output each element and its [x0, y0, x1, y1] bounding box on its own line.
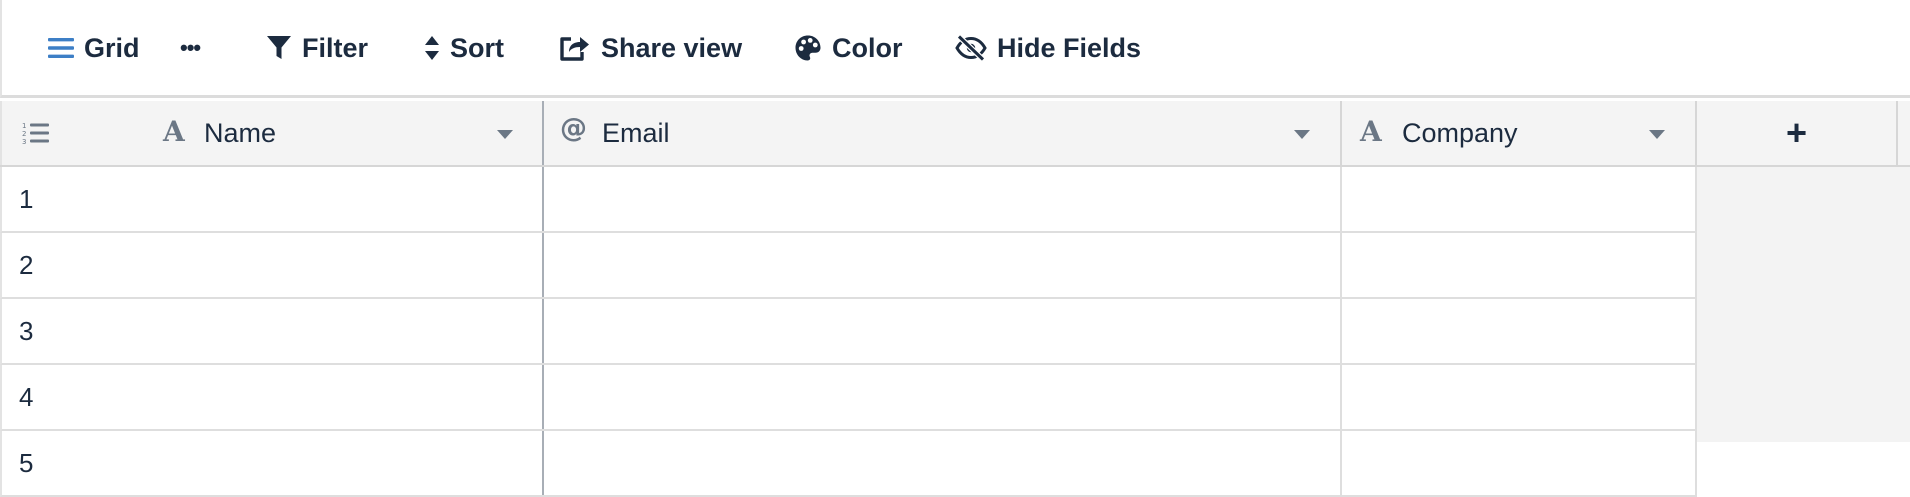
hide-fields-label: Hide Fields: [997, 32, 1142, 63]
chevron-down-icon[interactable]: [497, 130, 513, 139]
column-label-name: Name: [204, 118, 277, 148]
cell-email[interactable]: [544, 365, 1342, 429]
sort-icon: [425, 36, 439, 60]
chevron-down-icon[interactable]: [1294, 130, 1310, 139]
cell-company[interactable]: [1342, 299, 1697, 363]
table-row[interactable]: 3: [0, 299, 1697, 365]
row-number: 5: [19, 448, 34, 478]
cell-name[interactable]: 2: [2, 233, 544, 297]
column-label-email: Email: [602, 118, 670, 148]
grid-body: 1 2 3 4 5: [0, 167, 1910, 497]
grid-menu-icon: [48, 38, 74, 58]
grid-header-row: 1 2 3 A Name @ Email A Company +: [0, 101, 1910, 167]
row-number-list-icon: 1 2 3: [22, 122, 49, 145]
palette-icon: [795, 35, 821, 61]
row-number: 3: [19, 316, 34, 346]
plus-icon: +: [1785, 112, 1808, 153]
table-row[interactable]: 4: [0, 365, 1697, 431]
text-field-type-icon: A: [163, 115, 185, 148]
cell-company[interactable]: [1342, 167, 1697, 231]
cell-email[interactable]: [544, 233, 1342, 297]
row-number: 4: [19, 382, 34, 412]
hide-fields-button[interactable]: Hide Fields: [955, 28, 1141, 68]
svg-text:2: 2: [22, 130, 26, 138]
column-header-name[interactable]: 1 2 3 A Name: [0, 101, 544, 165]
share-view-button[interactable]: Share view: [559, 28, 742, 68]
grid-view-label: Grid: [84, 32, 140, 63]
table-row[interactable]: 2: [0, 233, 1697, 299]
svg-text:1: 1: [22, 122, 26, 130]
add-column-button[interactable]: +: [1697, 101, 1898, 165]
filter-label: Filter: [302, 32, 369, 63]
more-options-button[interactable]: •••: [180, 28, 201, 68]
cell-name[interactable]: 1: [2, 167, 544, 231]
cell-company[interactable]: [1342, 431, 1697, 495]
cell-company[interactable]: [1342, 233, 1697, 297]
column-header-company[interactable]: A Company: [1342, 101, 1697, 165]
chevron-down-icon[interactable]: [1649, 130, 1665, 139]
row-number: 1: [19, 184, 34, 214]
email-field-type-icon: @: [560, 113, 587, 144]
svg-text:3: 3: [22, 138, 26, 145]
cell-name[interactable]: 4: [2, 365, 544, 429]
cell-company[interactable]: [1342, 365, 1697, 429]
grid-view-button[interactable]: Grid: [48, 28, 140, 68]
share-view-label: Share view: [601, 32, 743, 63]
cell-name[interactable]: 3: [2, 299, 544, 363]
row-number: 2: [19, 250, 34, 280]
data-grid: 1 2 3 A Name @ Email A Company + 1 2 3 4…: [0, 101, 1910, 497]
sort-button[interactable]: Sort: [424, 28, 504, 68]
sort-label: Sort: [450, 32, 504, 63]
column-header-email[interactable]: @ Email: [544, 101, 1342, 165]
color-label: Color: [832, 32, 903, 63]
filter-icon: [267, 36, 291, 59]
cell-email[interactable]: [544, 167, 1342, 231]
cell-email[interactable]: [544, 299, 1342, 363]
cell-email[interactable]: [544, 431, 1342, 495]
view-toolbar: Grid ••• Filter Sort Share view Color Hi…: [0, 0, 1910, 98]
filter-button[interactable]: Filter: [266, 28, 368, 68]
column-label-company: Company: [1402, 118, 1518, 148]
table-row[interactable]: 5: [0, 431, 1697, 497]
cell-name[interactable]: 5: [2, 431, 544, 495]
text-field-type-icon: A: [1360, 115, 1382, 148]
color-button[interactable]: Color: [794, 28, 903, 68]
table-row[interactable]: 1: [0, 167, 1697, 233]
more-dots-icon: •••: [180, 35, 201, 60]
eye-slash-icon: [955, 35, 987, 61]
share-icon: [560, 37, 589, 61]
